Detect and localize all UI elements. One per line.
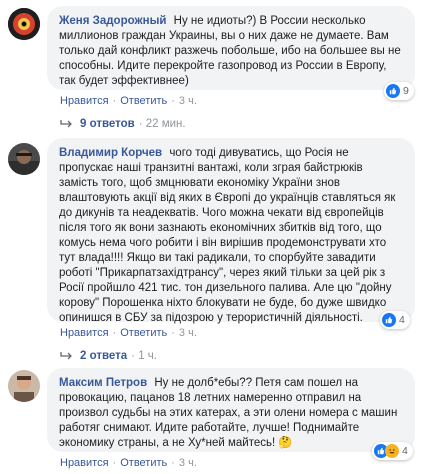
view-replies-link[interactable]: 9 ответов · 22 мин. <box>60 118 186 130</box>
reaction-count-badge[interactable]: 4 <box>380 311 410 329</box>
comment-actions: Нравится · Ответить · 3 ч. <box>60 95 197 107</box>
reply-link[interactable]: Ответить <box>120 457 167 469</box>
like-reaction-icon <box>382 313 396 327</box>
reply-arrow-icon <box>60 352 72 360</box>
like-link[interactable]: Нравится <box>60 95 109 107</box>
reaction-count: 9 <box>403 85 409 97</box>
reaction-count: 4 <box>402 445 408 457</box>
comment-bubble: Максим Петров Ну не долб*ебы?? Петя сам … <box>47 368 415 452</box>
thinking-emoji: 🤔 <box>278 437 293 449</box>
haha-reaction-icon <box>385 444 399 458</box>
like-link[interactable]: Нравится <box>60 327 109 339</box>
comment-author[interactable]: Максим Петров <box>59 377 147 389</box>
comment-bubble: Владимир Корчев чого тоді дивуватись, що… <box>47 138 415 324</box>
comment-time[interactable]: 3 ч. <box>179 457 197 469</box>
reply-link[interactable]: Ответить <box>120 95 167 107</box>
avatar-image <box>8 370 40 402</box>
comment-time[interactable]: 3 ч. <box>179 327 197 339</box>
comment-author[interactable]: Владимир Корчев <box>59 147 162 159</box>
comment-bubble: Женя Задорожный Ну не идиоты?) В России … <box>47 6 415 90</box>
reaction-count-badge[interactable]: 4 <box>372 442 413 460</box>
view-replies-link[interactable]: 2 ответа · 1 ч. <box>60 350 157 362</box>
replies-time: · 22 мин. <box>138 118 186 130</box>
comment-actions: Нравится · Ответить · 3 ч. <box>60 457 197 469</box>
reaction-count: 4 <box>399 314 405 326</box>
comment-author[interactable]: Женя Задорожный <box>59 15 166 27</box>
like-reaction-icon <box>386 84 400 98</box>
avatar-image <box>8 8 40 40</box>
comment-text: чого тоді дивуватись, що Росія не пропус… <box>59 147 396 324</box>
comment-actions: Нравится · Ответить · 3 ч. <box>60 327 197 339</box>
avatar[interactable] <box>8 8 40 40</box>
avatar[interactable] <box>8 370 40 402</box>
avatar[interactable] <box>8 143 40 175</box>
reply-link[interactable]: Ответить <box>120 327 167 339</box>
replies-count[interactable]: 2 ответа <box>80 350 127 362</box>
reply-arrow-icon <box>60 120 72 128</box>
replies-time: · 1 ч. <box>131 350 157 362</box>
avatar-image <box>8 143 40 175</box>
like-link[interactable]: Нравится <box>60 457 109 469</box>
comment-time[interactable]: 3 ч. <box>179 95 197 107</box>
replies-count[interactable]: 9 ответов <box>80 118 135 130</box>
reaction-count-badge[interactable]: 9 <box>384 82 414 100</box>
